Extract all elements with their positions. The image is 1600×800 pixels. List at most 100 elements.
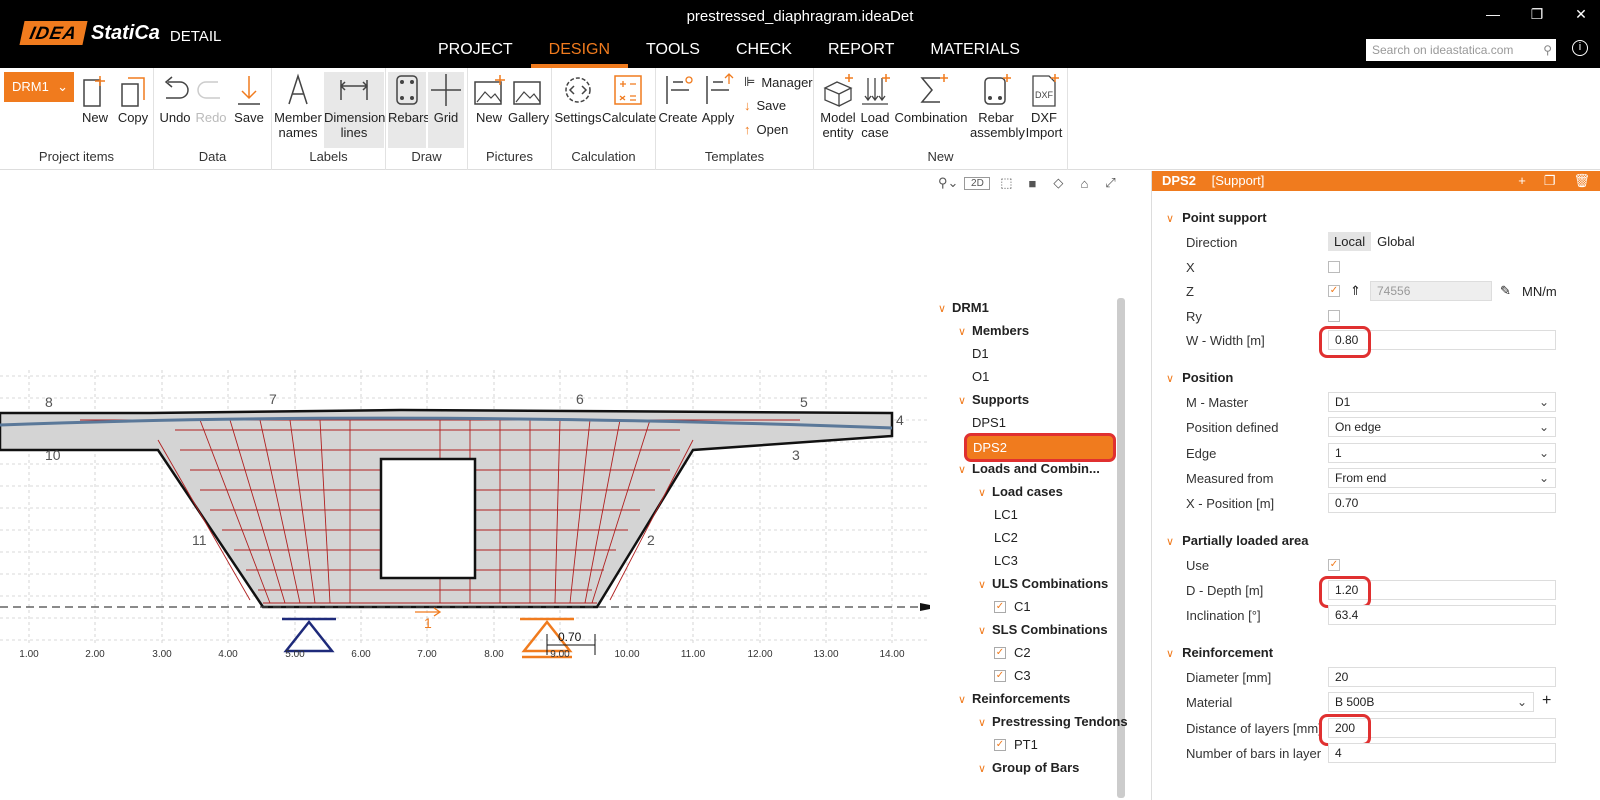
tree-reinforcements[interactable]: ∨ Reinforcements	[958, 689, 1070, 709]
section-reinforcement[interactable]: ∨ Reinforcement	[1152, 642, 1600, 664]
tree-item-c1[interactable]: ✓ C1	[994, 597, 1031, 617]
search-input[interactable]: Search on ideastatica.com ⚲	[1366, 39, 1556, 61]
tree-root[interactable]: ∨ DRM1	[938, 298, 989, 318]
template-save-button[interactable]: ↓ Save	[744, 98, 786, 113]
use-checkbox[interactable]: ✓	[1328, 559, 1340, 571]
view-mode-dropdown[interactable]: 2D	[964, 176, 991, 190]
label: Z	[1186, 284, 1194, 299]
minimize-icon[interactable]: —	[1484, 6, 1502, 23]
tree-item-lc3[interactable]: LC3	[994, 551, 1018, 571]
model-entity-button[interactable]: Model entity	[818, 72, 858, 140]
tree-item-dps1[interactable]: DPS1	[972, 413, 1006, 433]
ry-checkbox[interactable]	[1328, 310, 1340, 322]
model-entity-icon	[823, 74, 853, 107]
diameter-input[interactable]: 20	[1328, 667, 1556, 687]
copy-icon[interactable]: ❐	[1544, 171, 1556, 191]
template-apply-button[interactable]: Apply	[698, 72, 738, 125]
tree-item-c2[interactable]: ✓ C2	[994, 643, 1031, 663]
delete-icon[interactable]: 🗑	[1573, 171, 1590, 191]
direction-global[interactable]: Global	[1371, 232, 1421, 251]
save-button[interactable]: Save	[232, 72, 266, 125]
zoom-icon[interactable]: ⚲⌄	[938, 175, 958, 191]
ribbon: DRM1 ⌄ New Copy Project items Undo Redo S…	[0, 68, 1600, 170]
tab-tools[interactable]: TOOLS	[628, 40, 718, 68]
solid-view-icon[interactable]: ■	[1022, 176, 1042, 191]
dxf-import-button[interactable]: DXF DXF Import	[1024, 72, 1064, 140]
wireframe-view-icon[interactable]: ⬚	[996, 175, 1016, 191]
checkbox-checked-icon[interactable]: ✓	[994, 738, 1006, 751]
master-select[interactable]: D1 ⌄	[1328, 392, 1556, 412]
redo-button[interactable]: Redo	[194, 72, 228, 125]
project-selector[interactable]: DRM1 ⌄	[4, 72, 74, 102]
checkbox-checked-icon[interactable]: ✓	[994, 600, 1006, 613]
tree-item-pt1[interactable]: ✓ PT1	[994, 735, 1038, 755]
x-tick: 12.00	[747, 649, 772, 660]
add-icon[interactable]: +	[1518, 171, 1526, 191]
copy-item-button[interactable]: Copy	[116, 72, 150, 125]
template-open-button[interactable]: ↑ Open	[744, 122, 788, 137]
tree-item-lc1[interactable]: LC1	[994, 505, 1018, 525]
help-icon[interactable]: i	[1572, 40, 1588, 56]
restore-icon[interactable]: ❐	[1528, 6, 1546, 23]
tab-design[interactable]: DESIGN	[530, 40, 629, 68]
tab-report[interactable]: REPORT	[810, 40, 912, 68]
rebar-assembly-button[interactable]: Rebar assembly	[970, 72, 1025, 140]
new-picture-button[interactable]: New	[472, 72, 506, 125]
section-position[interactable]: ∨ Position	[1152, 367, 1600, 389]
direction-local[interactable]: Local	[1328, 232, 1372, 251]
tab-materials[interactable]: MATERIALS	[912, 40, 1038, 68]
template-create-button[interactable]: Create	[658, 72, 698, 125]
gallery-button[interactable]: Gallery	[508, 72, 549, 125]
edit-icon[interactable]: ✎	[1500, 283, 1511, 299]
member-names-button[interactable]: Member names	[274, 72, 322, 140]
close-icon[interactable]: ✕	[1572, 6, 1590, 23]
x-checkbox[interactable]	[1328, 261, 1340, 273]
tree-item-c3[interactable]: ✓ C3	[994, 666, 1031, 686]
inclination-input[interactable]: 63.4	[1328, 605, 1556, 625]
rebars-button[interactable]: Rebars	[388, 72, 430, 148]
section-partially-loaded[interactable]: ∨ Partially loaded area	[1152, 530, 1600, 552]
support-dps1[interactable]	[282, 617, 336, 653]
tree-tendons[interactable]: ∨ Prestressing Tendons	[978, 712, 1128, 732]
template-manager-button[interactable]: ⊫ Manager	[744, 74, 813, 90]
settings-button[interactable]: Settings	[554, 72, 602, 125]
combination-button[interactable]: Combination	[894, 72, 968, 125]
undo-button[interactable]: Undo	[158, 72, 192, 125]
checkbox-checked-icon[interactable]: ✓	[994, 669, 1006, 682]
section-point-support[interactable]: ∨ Point support	[1152, 207, 1600, 229]
checkbox-checked-icon[interactable]: ✓	[994, 646, 1006, 659]
add-material-icon[interactable]: +	[1542, 692, 1551, 710]
tree-loads[interactable]: ∨ Loads and Combin...	[958, 459, 1100, 479]
position-defined-select[interactable]: On edge ⌄	[1328, 417, 1556, 437]
tree-item-dps2[interactable]: DPS2	[964, 433, 1116, 462]
tree-item-o1[interactable]: O1	[972, 367, 989, 387]
load-case-button[interactable]: Load case	[858, 72, 892, 140]
measured-from-select[interactable]: From end ⌄	[1328, 468, 1556, 488]
z-checkbox[interactable]: ✓	[1328, 285, 1340, 297]
tree-members[interactable]: ∨ Members	[958, 321, 1029, 341]
tree-item-lc2[interactable]: LC2	[994, 528, 1018, 548]
cross-section-drawing[interactable]: X 8 7 6 5 4 10 3 11 2 1 0.70 1.00 2.00 3…	[0, 200, 930, 700]
spring-icon[interactable]: ⇑	[1350, 283, 1361, 299]
fullscreen-icon[interactable]: ⤢	[1100, 175, 1120, 191]
edge-select[interactable]: 1 ⌄	[1328, 443, 1556, 463]
calculate-button[interactable]: Calculate	[602, 72, 656, 125]
tree-group-of-bars[interactable]: ∨ Group of Bars	[978, 758, 1079, 778]
material-select[interactable]: B 500B ⌄	[1328, 692, 1534, 712]
dimension-lines-button[interactable]: Dimension lines	[324, 72, 385, 148]
grid-button[interactable]: Grid	[428, 72, 464, 148]
tree-supports[interactable]: ∨ Supports	[958, 390, 1029, 410]
tree-load-cases[interactable]: ∨ Load cases	[978, 482, 1063, 502]
tree-sls[interactable]: ∨ SLS Combinations	[978, 620, 1108, 640]
home-view-icon[interactable]: ⌂	[1074, 176, 1094, 191]
row-edge: Edge 1 ⌄	[1152, 443, 1600, 465]
tab-check[interactable]: CHECK	[718, 40, 810, 68]
new-item-button[interactable]: New	[78, 72, 112, 125]
number-bars-input[interactable]: 4	[1328, 743, 1556, 763]
tree-item-d1[interactable]: D1	[972, 344, 989, 364]
x-position-input[interactable]: 0.70	[1328, 493, 1556, 513]
section-view-icon[interactable]: ◇	[1048, 175, 1068, 191]
ribbon-group-draw: Rebars Grid Draw	[386, 68, 468, 170]
tab-project[interactable]: PROJECT	[420, 40, 531, 68]
tree-uls[interactable]: ∨ ULS Combinations	[978, 574, 1108, 594]
